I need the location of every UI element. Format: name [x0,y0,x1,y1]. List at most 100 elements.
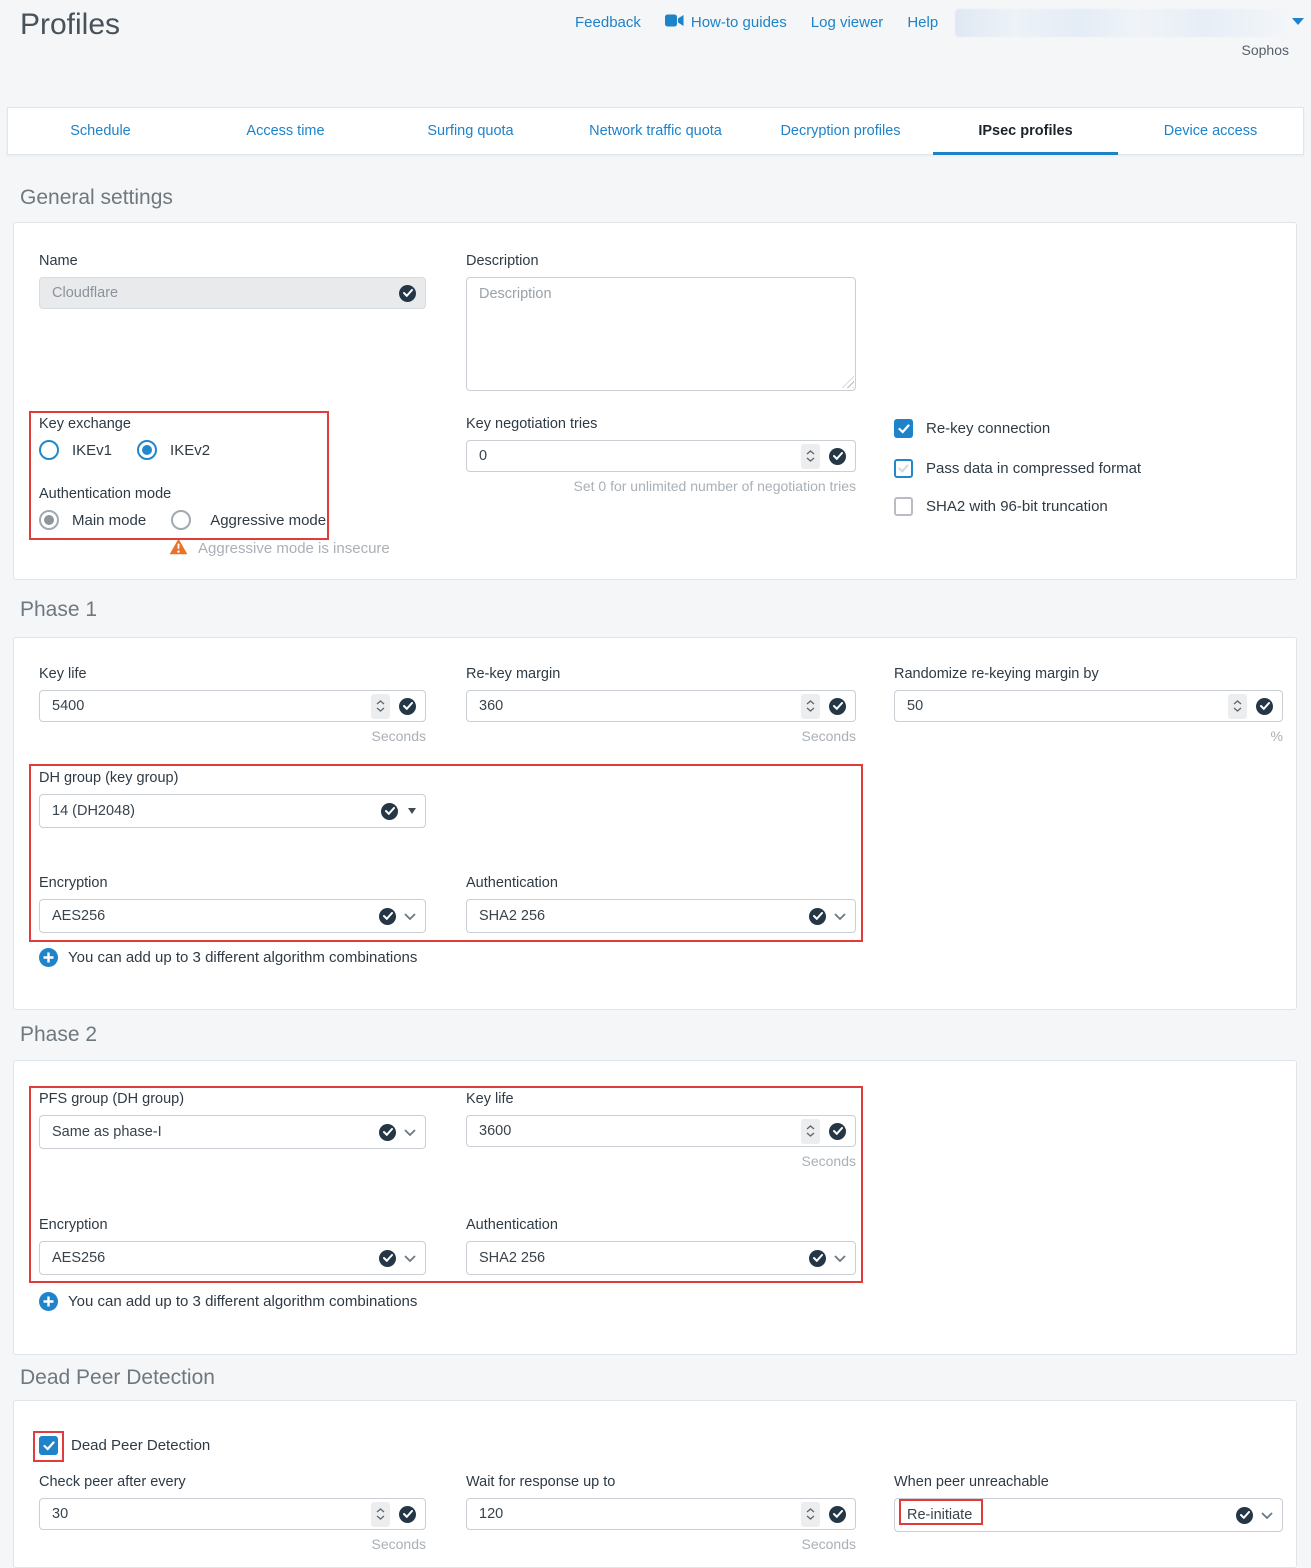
rekey-connection-checkbox-row[interactable]: Re-key connection [894,419,1141,438]
authentication-select[interactable]: SHA2 256 [466,899,856,933]
tab-device-access[interactable]: Device access [1118,108,1303,154]
dh-group-select[interactable]: 14 (DH2048) [39,794,426,828]
phase1-add-note: You can add up to 3 different algorithm … [68,949,417,966]
name-label: Name [39,253,426,270]
radio-icon[interactable] [39,440,59,460]
help-link[interactable]: Help [907,14,938,31]
key-life-value: 5400 [52,698,371,714]
wait-response-input[interactable]: 120 [466,1498,856,1530]
tab-network-traffic-quota[interactable]: Network traffic quota [563,108,748,154]
phase2-add-note: You can add up to 3 different algorithm … [68,1293,417,1310]
chevron-down-icon [404,913,416,920]
stepper-up-icon [806,450,815,455]
phase2-encryption-select[interactable]: AES256 [39,1241,426,1275]
add-icon[interactable] [39,948,58,967]
video-camera-icon [665,14,684,31]
valid-check-icon [829,698,846,715]
howto-guides-label: How-to guides [691,14,787,31]
tab-ipsec-profiles[interactable]: IPsec profiles [933,108,1118,154]
number-stepper[interactable] [801,444,820,469]
radio-selected-disabled-icon[interactable] [39,510,59,530]
number-stepper[interactable] [801,1119,820,1144]
check-peer-label: Check peer after every [39,1474,426,1491]
rekey-margin-unit: Seconds [466,728,856,744]
caret-down-icon[interactable] [1292,18,1304,25]
number-stepper[interactable] [371,1502,390,1527]
valid-check-icon [379,1124,396,1141]
encryption-label: Encryption [39,875,426,892]
number-stepper[interactable] [371,694,390,719]
randomize-margin-input[interactable]: 50 [894,690,1283,722]
phase2-key-life-unit: Seconds [466,1153,856,1169]
compressed-format-checkbox-row[interactable]: Pass data in compressed format [894,459,1141,478]
rekey-margin-value: 360 [479,698,801,714]
radio-main-mode[interactable]: Main mode [39,510,146,530]
randomize-margin-value: 50 [907,698,1228,714]
add-icon[interactable] [39,1292,58,1311]
radio-aggressive-mode-label: Aggressive mode [210,512,326,529]
feedback-link[interactable]: Feedback [575,14,641,31]
key-negotiation-tries-input[interactable]: 0 [466,440,856,472]
tab-decryption-profiles[interactable]: Decryption profiles [748,108,933,154]
number-stepper[interactable] [801,1502,820,1527]
check-peer-input[interactable]: 30 [39,1498,426,1530]
dpd-heading: Dead Peer Detection [20,1366,215,1390]
valid-check-icon [829,1123,846,1140]
tab-access-time[interactable]: Access time [193,108,378,154]
checkbox-disabled-icon[interactable] [894,497,913,516]
page-title: Profiles [20,8,120,42]
tab-surfing-quota[interactable]: Surfing quota [378,108,563,154]
phase2-authentication-select[interactable]: SHA2 256 [466,1241,856,1275]
valid-check-icon [1236,1507,1253,1524]
encryption-select[interactable]: AES256 [39,899,426,933]
description-label: Description [466,253,856,270]
account-menu-redacted[interactable] [955,9,1288,37]
phase2-encryption-value: AES256 [52,1250,379,1266]
pfs-group-select[interactable]: Same as phase-I [39,1115,426,1149]
wait-response-unit: Seconds [466,1536,856,1552]
key-negotiation-tries-value: 0 [479,448,801,464]
phase2-key-life-label: Key life [466,1091,856,1108]
valid-check-icon [809,1250,826,1267]
checkbox-checked-icon[interactable] [39,1436,58,1455]
number-stepper[interactable] [1228,694,1247,719]
randomize-margin-unit: % [894,728,1283,744]
radio-selected-icon[interactable] [137,440,157,460]
log-viewer-label: Log viewer [811,14,884,31]
radio-ikev1[interactable]: IKEv1 [39,440,112,460]
wait-response-value: 120 [479,1506,801,1522]
description-textarea[interactable] [466,277,856,391]
rekey-margin-input[interactable]: 360 [466,690,856,722]
authentication-value: SHA2 256 [479,908,809,924]
chevron-down-icon [404,1255,416,1262]
phase2-key-life-input[interactable]: 3600 [466,1115,856,1147]
dh-group-label: DH group (key group) [39,770,426,787]
when-unreachable-select[interactable]: Re-initiate [894,1498,1283,1532]
radio-ikev2[interactable]: IKEv2 [137,440,210,460]
phase2-authentication-label: Authentication [466,1217,856,1234]
log-viewer-link[interactable]: Log viewer [811,14,884,31]
radio-disabled-icon[interactable] [171,510,191,530]
checkbox-unchecked-icon[interactable] [894,459,913,478]
key-life-input[interactable]: 5400 [39,690,426,722]
dpd-enable-label: Dead Peer Detection [71,1437,210,1454]
sha2-truncation-label: SHA2 with 96-bit truncation [926,498,1108,515]
sha2-truncation-checkbox-row[interactable]: SHA2 with 96-bit truncation [894,497,1141,516]
dpd-enable-checkbox-row[interactable]: Dead Peer Detection [39,1436,210,1455]
tab-schedule[interactable]: Schedule [8,108,193,154]
when-unreachable-value: Re-initiate [907,1507,1236,1523]
profile-tabs: Schedule Access time Surfing quota Netwo… [7,107,1304,155]
pfs-group-value: Same as phase-I [52,1124,379,1140]
radio-aggressive-mode[interactable]: Aggressive mode [171,510,326,530]
valid-check-icon [399,285,416,302]
number-stepper[interactable] [801,694,820,719]
rekey-margin-label: Re-key margin [466,666,856,683]
checkbox-checked-icon[interactable] [894,419,913,438]
header-nav: Feedback How-to guides Log viewer Help [575,14,938,31]
general-settings-card: Name Cloudflare Description Key exchange… [13,222,1297,580]
chevron-down-icon [1261,1512,1273,1519]
dropdown-caret-icon [408,808,416,814]
phase1-heading: Phase 1 [20,598,97,622]
chevron-down-icon [834,1255,846,1262]
howto-guides-link[interactable]: How-to guides [665,14,787,31]
